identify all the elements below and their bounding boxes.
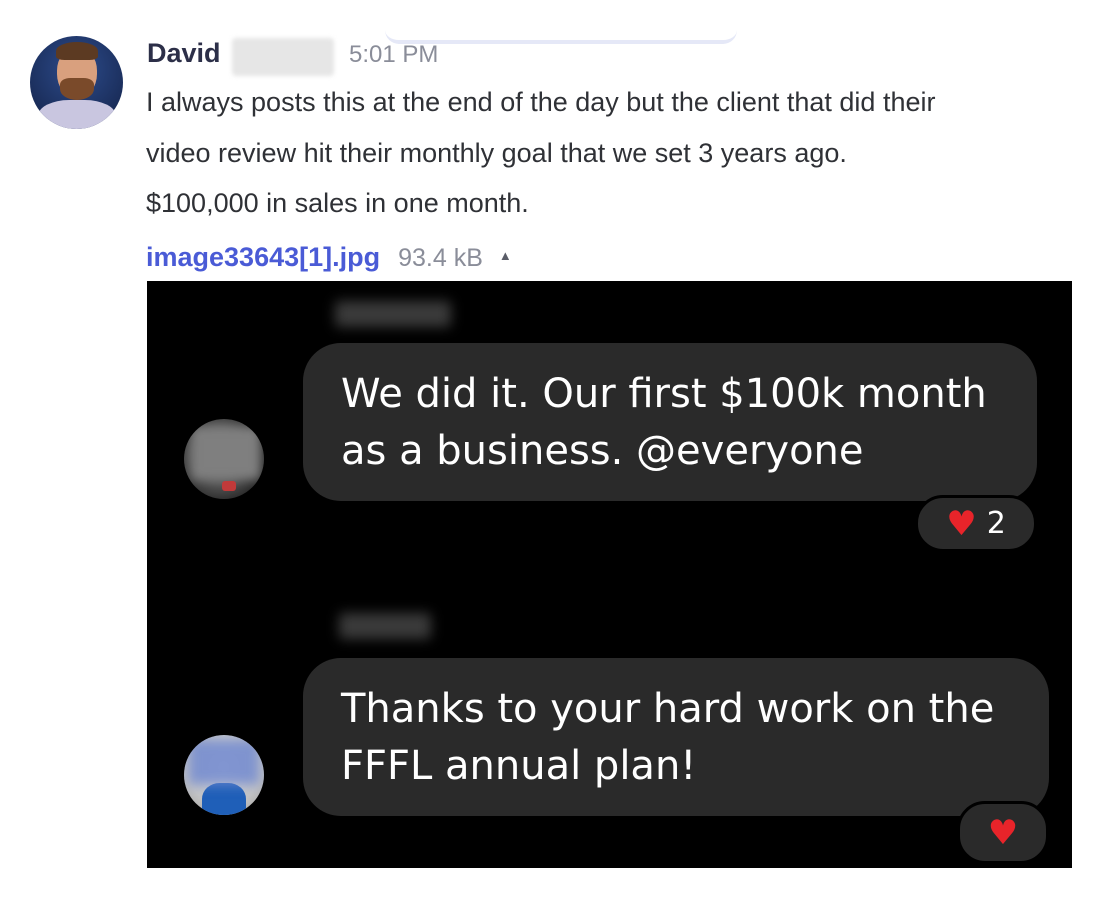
- reaction-pill: ♥: [957, 801, 1049, 864]
- chat-bubble: Thanks to your hard work on the FFFL ann…: [303, 658, 1049, 816]
- attachment-size: 93.4 kB: [398, 244, 483, 272]
- avatar-detail: [222, 481, 236, 491]
- heart-icon: ♥: [946, 503, 977, 544]
- redacted-sender-name: [339, 613, 431, 639]
- chat-bubble-line: FFFL annual plan!: [341, 743, 697, 789]
- chat-bubble-line: We did it. Our first $100k month: [341, 371, 987, 417]
- message-text-line: I always posts this at the end of the da…: [146, 87, 936, 117]
- redacted-surname: [232, 38, 334, 76]
- chat-bubble-line: Thanks to your hard work on the: [341, 686, 995, 732]
- message-text-line: $100,000 in sales in one month.: [146, 188, 529, 218]
- reaction-count: 2: [986, 506, 1006, 541]
- avatar-beard: [60, 78, 94, 100]
- message-timestamp: 5:01 PM: [349, 41, 439, 68]
- redacted-sender-name: [335, 301, 451, 327]
- avatar-redaction: [192, 427, 260, 479]
- reaction-pill: ♥ 2: [915, 495, 1037, 552]
- author-avatar[interactable]: [30, 36, 123, 129]
- chat-bubble: We did it. Our first $100k month as a bu…: [303, 343, 1037, 501]
- heart-icon: ♥: [987, 812, 1019, 853]
- collapse-triangle-icon[interactable]: ▲: [499, 248, 512, 263]
- avatar-hair: [56, 42, 98, 60]
- chat-bubble-line: as a business. @everyone: [341, 428, 864, 474]
- message-text-line: video review hit their monthly goal that…: [146, 138, 847, 168]
- attachment-row: image33643[1].jpg 93.4 kB ▲: [146, 242, 512, 273]
- avatar-shirt: [38, 100, 116, 129]
- avatar-redaction: [188, 739, 260, 785]
- attached-image[interactable]: We did it. Our first $100k month as a bu…: [147, 281, 1072, 868]
- attachment-filename-link[interactable]: image33643[1].jpg: [146, 242, 380, 273]
- chat-avatar: [184, 419, 264, 499]
- author-name[interactable]: David: [147, 38, 221, 69]
- avatar-body: [202, 783, 246, 815]
- chat-avatar: [184, 735, 264, 815]
